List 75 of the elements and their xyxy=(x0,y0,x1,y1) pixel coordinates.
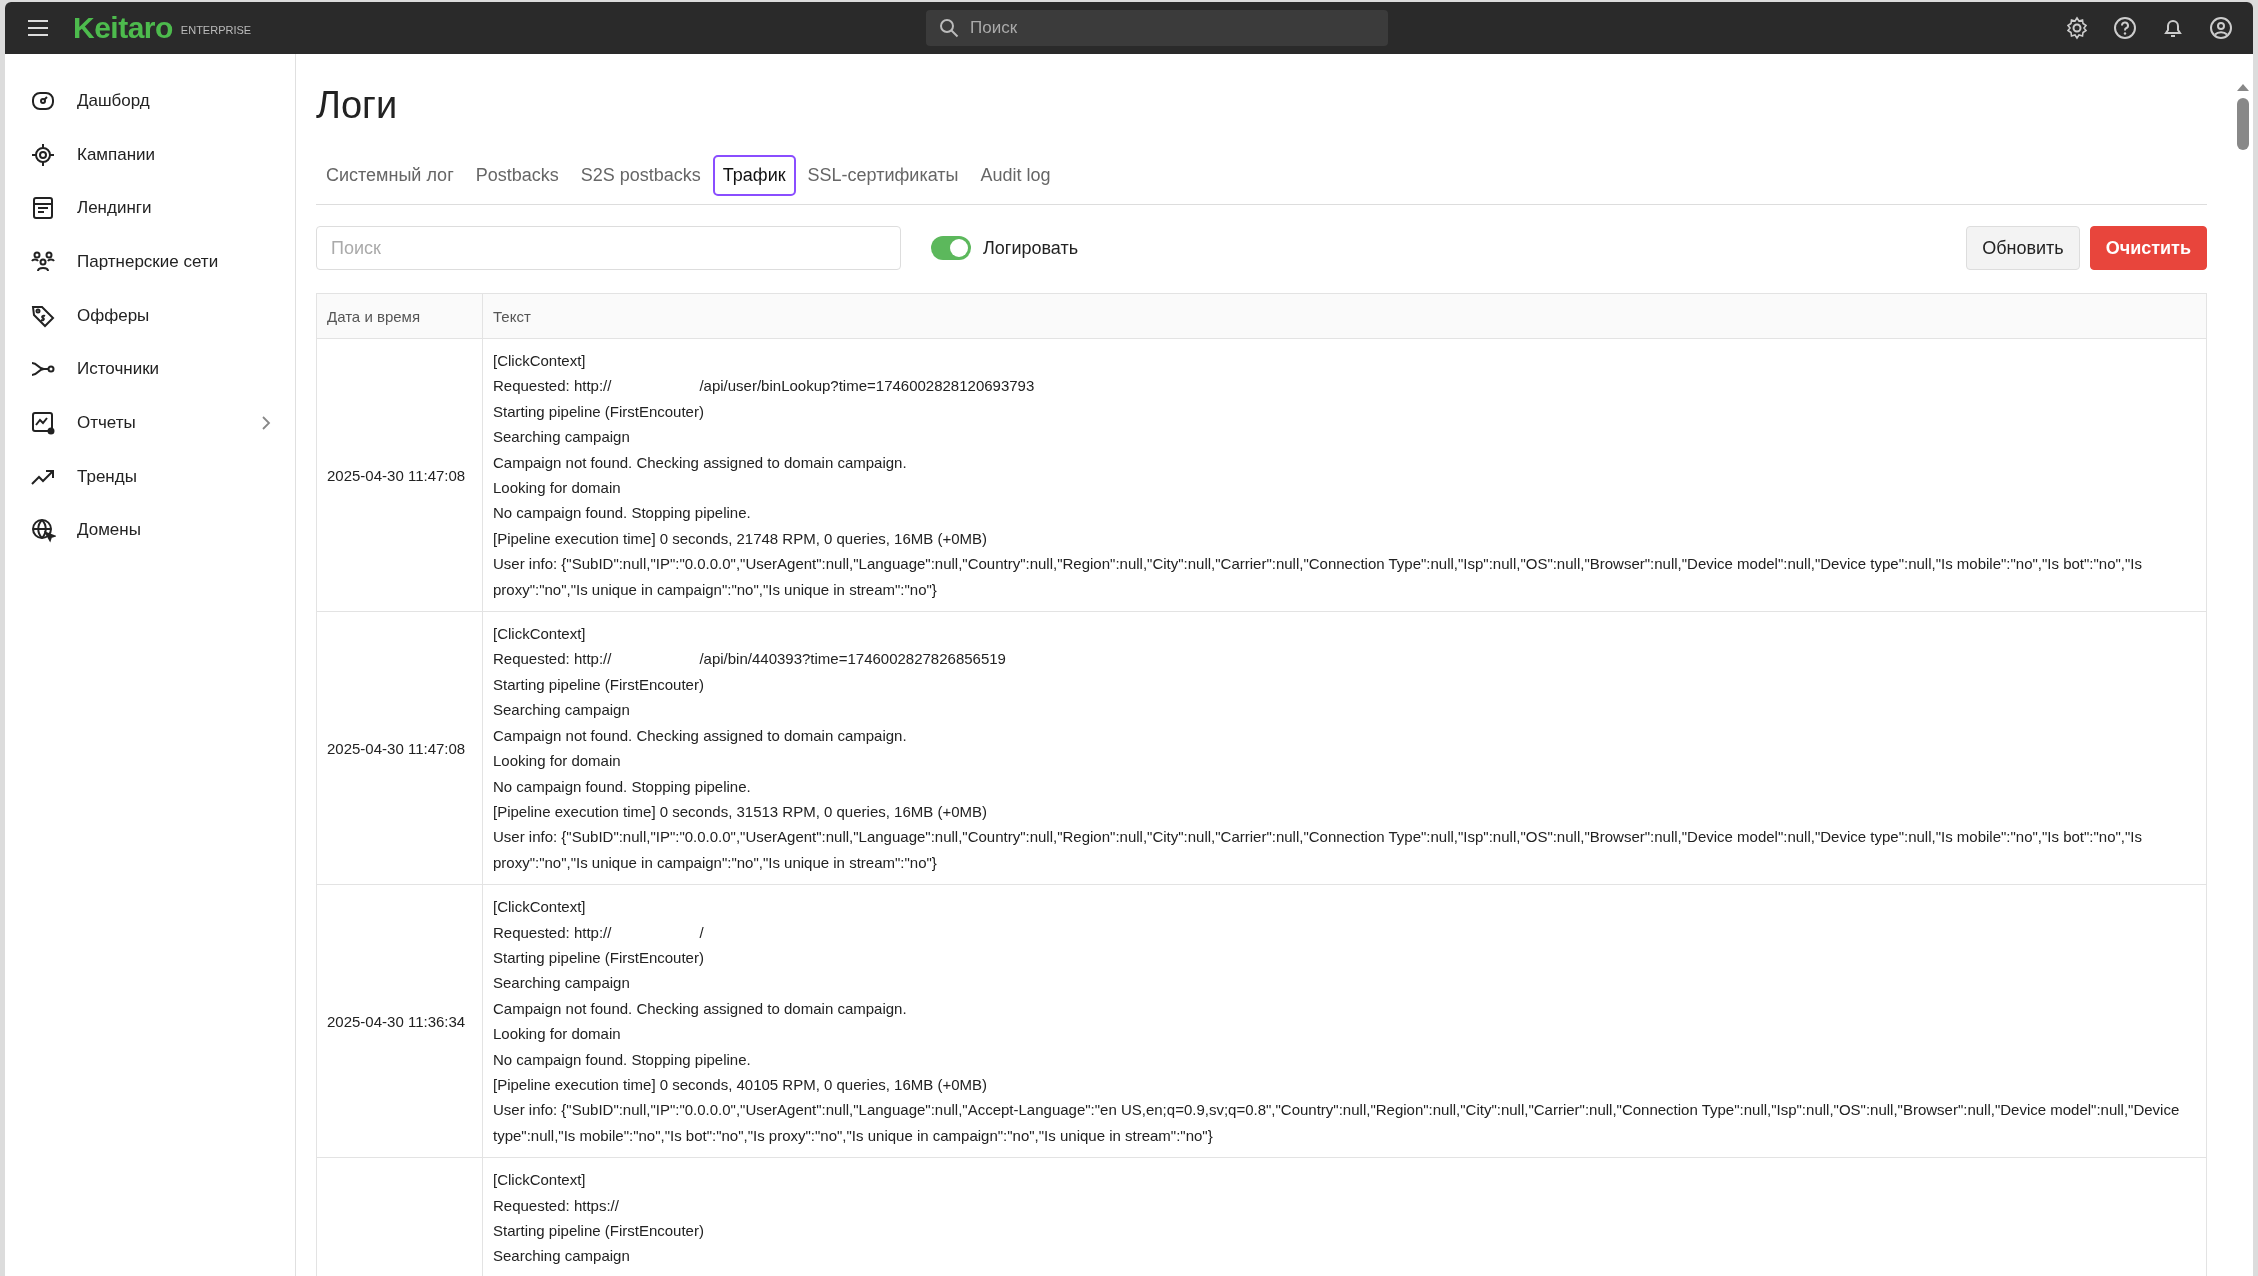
help-icon[interactable] xyxy=(2113,16,2137,40)
search-icon xyxy=(939,18,959,38)
log-line: Requested: http:// xyxy=(493,922,612,943)
log-line: [ClickContext] xyxy=(493,624,587,645)
tab[interactable]: Postbacks xyxy=(465,155,569,196)
log-line: Requested: http:// xyxy=(493,376,612,397)
search-field[interactable]: Поиск xyxy=(926,10,1388,46)
page-title: Логи xyxy=(316,84,399,127)
sidebar-item[interactable]: Источники xyxy=(5,342,295,397)
log-line: Requested: http:// xyxy=(493,649,612,670)
table-cell: 2025-04-30 11:47:08 xyxy=(316,611,483,885)
sidebar-item[interactable]: Партнерские сети xyxy=(5,235,295,289)
log-line: No campaign found. Stopping pipeline. xyxy=(493,1049,752,1070)
log-line: Searching campaign xyxy=(493,700,631,721)
column-header: Дата и время xyxy=(316,293,483,339)
search-field[interactable]: Поиск xyxy=(316,226,901,270)
log-line: Starting pipeline (FirstEncouter) xyxy=(493,674,705,695)
log-line: Starting pipeline (FirstEncouter) xyxy=(493,1221,705,1241)
scroll-up-icon[interactable] xyxy=(2236,82,2250,92)
tab[interactable]: Трафик xyxy=(712,155,796,196)
toggle-switch[interactable] xyxy=(931,236,971,260)
log-line: Starting pipeline (FirstEncouter) xyxy=(493,947,705,968)
sidebar-item[interactable]: Домены xyxy=(5,503,295,558)
log-line: Searching campaign xyxy=(493,1246,631,1267)
tab[interactable]: SSL-сертификаты xyxy=(797,155,969,196)
log-line: Requested: https:// xyxy=(493,1195,619,1216)
log-line: Searching campaign xyxy=(493,973,631,994)
chart-icon xyxy=(30,409,56,436)
log-line: User info: {"SubID":null,"IP":"0.0.0.0","UserAgent":null,"Language":null,"Country":null,"Region":null,"City":null,"Carrier":null,"Connection Type":null,"Isp":null,"OS":null,"Browser":null,"Device model":null,"Device type":null,"Is mobile":"no","Is bot":"no","Is proxy":"no","Is unique in campaign":"no","Is unique in stream":"no"} xyxy=(493,554,2143,600)
log-line: [ClickContext] xyxy=(493,1170,587,1191)
log-line: Campaign not found. Checking assigned to domain campaign. xyxy=(493,998,908,1019)
sidebar-item[interactable]: Тренды xyxy=(5,449,295,504)
tab[interactable]: S2S postbacks xyxy=(570,155,711,196)
log-line: User info: {"SubID":null,"IP":"0.0.0.0","UserAgent":null,"Language":null,"Accept-Language":"en US,en;q=0.9,sv;q=0.8","Country":null,"Region":null,"City":null,"Carrier":null,"Connection Type":null,"Isp":null,"OS":null,"Browser":null,"Device model":null,"Device type":null,"Is mobile":"no","Is bot":"no","Is proxy":"no","Is unique in campaign":"no","Is unique in stream":"no"} xyxy=(493,1100,2181,1146)
chevron-right-icon xyxy=(261,414,271,431)
sidebar-item[interactable]: Дашборд xyxy=(5,74,295,128)
request-path: /api/bin/440393?time=1746002827826856519 xyxy=(699,649,1006,670)
request-path: / xyxy=(699,922,704,943)
log-line: No campaign found. Stopping pipeline. xyxy=(493,776,752,797)
toggle-label: Логировать xyxy=(983,237,1079,259)
log-line: Looking for domain xyxy=(493,751,622,772)
document-icon xyxy=(30,195,56,222)
tab[interactable]: Системный лог xyxy=(316,155,464,196)
log-line: [Pipeline execution time] 0 seconds, 21748 RPM, 0 queries, 16MB (+0MB) xyxy=(493,528,988,549)
log-line: [Pipeline execution time] 0 seconds, 40105 RPM, 0 queries, 16MB (+0MB) xyxy=(493,1074,988,1095)
request-path: /api/user/binLookup?time=1746002828120693793 xyxy=(699,376,1035,397)
sidebar-item[interactable]: Отчеты xyxy=(5,396,295,450)
refresh-button[interactable]: Обновить xyxy=(1966,226,2080,270)
user-icon[interactable] xyxy=(2209,16,2233,40)
edition-label: ENTERPRISE xyxy=(180,24,252,36)
clear-button[interactable]: Очистить xyxy=(2089,226,2207,270)
log-line: Starting pipeline (FirstEncouter) xyxy=(493,401,705,422)
scrollbar-thumb[interactable] xyxy=(2237,98,2249,150)
target-icon xyxy=(30,141,56,168)
log-line: Looking for domain xyxy=(493,478,622,499)
globe-icon xyxy=(30,517,56,544)
log-line: Campaign not found. Checking assigned to domain campaign. xyxy=(493,725,908,746)
log-line: Looking for domain xyxy=(493,1024,622,1045)
log-line: [ClickContext] xyxy=(493,897,587,918)
sidebar-item[interactable]: Лендинги xyxy=(5,181,295,236)
log-line: [ClickContext] xyxy=(493,351,587,371)
sidebar-item[interactable]: Кампании xyxy=(5,127,295,182)
table-cell: 2025-04-30 11:47:08 xyxy=(316,338,483,612)
logo[interactable]: Keitaro xyxy=(73,11,173,45)
table-cell: 2025-04-30 11:36:34 xyxy=(316,884,483,1158)
column-header: Текст xyxy=(482,293,2207,339)
menu-icon[interactable] xyxy=(27,19,49,37)
tab[interactable]: Audit log xyxy=(970,155,1061,196)
log-line: No campaign found. Stopping pipeline. xyxy=(493,503,752,524)
log-line: User info: {"SubID":null,"IP":"0.0.0.0","UserAgent":null,"Language":null,"Country":null,"Region":null,"City":null,"Carrier":null,"Connection Type":null,"Isp":null,"OS":null,"Browser":null,"Device model":null,"Device type":null,"Is mobile":"no","Is bot":"no","Is proxy":"no","Is unique in campaign":"no","Is unique in stream":"no"} xyxy=(493,827,2143,873)
log-line: Campaign not found. Checking assigned to domain campaign. xyxy=(493,452,908,473)
log-line: Searching campaign xyxy=(493,427,631,448)
settings-icon[interactable] xyxy=(2065,16,2089,40)
sidebar-item[interactable]: Офферы xyxy=(5,288,295,343)
log-line: [Pipeline execution time] 0 seconds, 31513 RPM, 0 queries, 16MB (+0MB) xyxy=(493,801,988,822)
